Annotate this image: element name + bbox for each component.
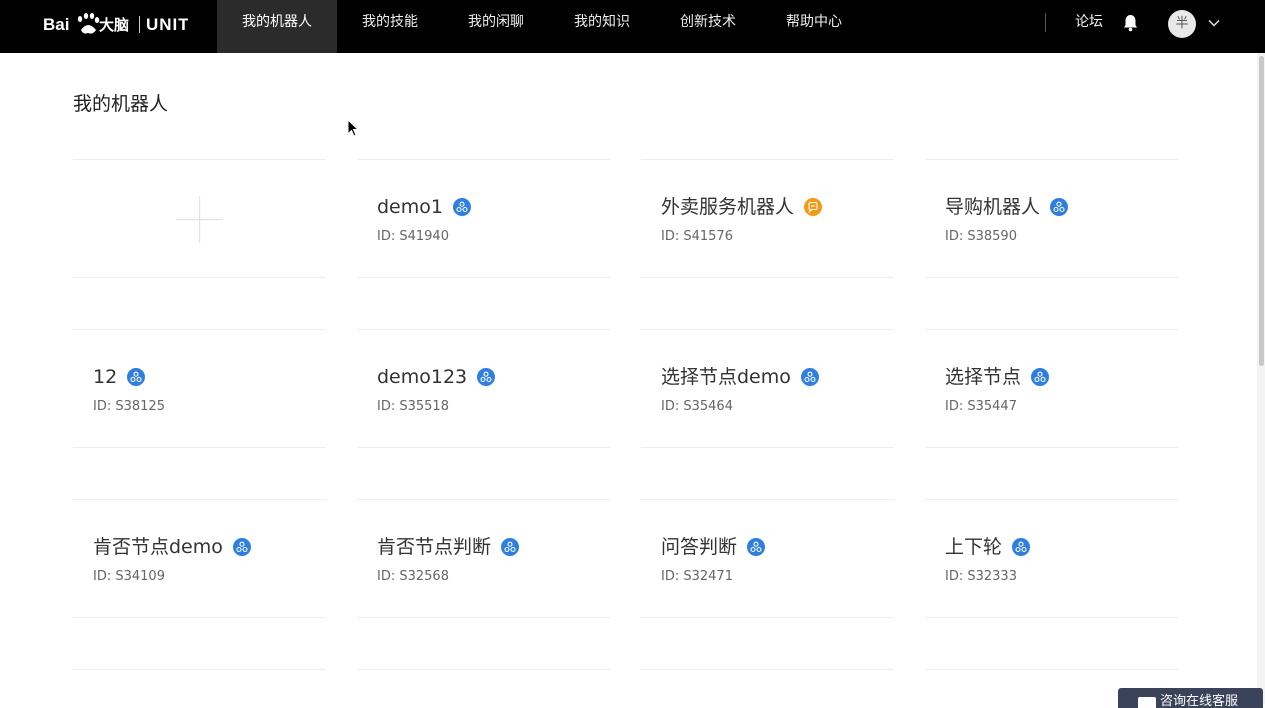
robot-id: ID: S41940 <box>377 229 449 244</box>
plus-icon <box>176 196 223 243</box>
robot-name: 问答判断 <box>661 536 738 558</box>
robot-name: 肯否节点判断 <box>377 536 492 558</box>
bell-icon[interactable] <box>1123 14 1138 32</box>
chat-icon <box>1138 697 1156 708</box>
svg-text:UNIT: UNIT <box>146 15 188 34</box>
skill-network-icon <box>1031 368 1050 386</box>
add-robot-card[interactable] <box>73 159 326 278</box>
robot-name: 导购机器人 <box>945 196 1041 218</box>
robot-name: 外卖服务机器人 <box>661 196 795 218</box>
robot-name-row: 选择节点demo <box>661 363 819 391</box>
skill-network-icon <box>232 538 251 556</box>
robot-id: ID: S35447 <box>945 399 1017 414</box>
robot-name-row: 导购机器人 <box>945 193 1069 221</box>
robot-id: ID: S38125 <box>93 399 165 414</box>
online-support-label: 咨询在线客服 <box>1160 694 1239 708</box>
robot-name: demo123 <box>377 366 468 388</box>
robot-card[interactable]: 上下轮 ID: S32333 <box>925 499 1178 618</box>
robot-card[interactable]: 问答判断 ID: S32471 <box>641 499 894 618</box>
mouse-cursor-icon <box>347 119 359 137</box>
skill-network-icon <box>800 368 819 386</box>
nav-my-chitchat[interactable]: 我的闲聊 <box>443 0 549 53</box>
nav-innovation[interactable]: 创新技术 <box>655 0 761 53</box>
robot-card[interactable] <box>357 669 610 703</box>
skill-network-icon <box>1050 198 1069 216</box>
scrollbar-thumb[interactable] <box>1259 56 1264 366</box>
nav-divider <box>1045 13 1046 32</box>
robot-name-row: 上下轮 <box>945 533 1031 561</box>
robot-card[interactable]: 12 ID: S38125 <box>73 329 326 448</box>
robot-name-row: 肯否节点demo <box>93 533 251 561</box>
skill-network-icon <box>477 368 496 386</box>
baidu-unit-logo-icon: Bai 大脑 UNIT <box>43 13 188 34</box>
avatar[interactable]: 半 <box>1168 10 1196 38</box>
robot-card[interactable] <box>73 669 326 703</box>
robot-name: 选择节点 <box>945 366 1022 388</box>
robot-card[interactable]: 外卖服务机器人 ID: S41576 <box>641 159 894 278</box>
page-title: 我的机器人 <box>73 93 169 115</box>
robot-card[interactable]: demo123 ID: S35518 <box>357 329 610 448</box>
nav-my-skills[interactable]: 我的技能 <box>337 0 443 53</box>
robot-name: 肯否节点demo <box>93 536 223 558</box>
nav-my-knowledge[interactable]: 我的知识 <box>549 0 655 53</box>
nav-help-center[interactable]: 帮助中心 <box>761 0 867 53</box>
robot-name: 上下轮 <box>945 536 1003 558</box>
skill-network-icon <box>452 198 471 216</box>
skill-network-icon <box>127 368 146 386</box>
robot-name-row: 选择节点 <box>945 363 1050 391</box>
robot-name-row: 肯否节点判断 <box>377 533 520 561</box>
svg-text:Bai: Bai <box>43 15 69 34</box>
robot-card[interactable]: 肯否节点判断 ID: S32568 <box>357 499 610 618</box>
robot-id: ID: S34109 <box>93 569 165 584</box>
baidu-unit-logo[interactable]: Bai 大脑 UNIT <box>43 6 188 40</box>
robot-card[interactable]: 选择节点demo ID: S35464 <box>641 329 894 448</box>
forum-link[interactable]: 论坛 <box>1075 12 1103 32</box>
robot-name-row: 问答判断 <box>661 533 766 561</box>
robot-name: 12 <box>93 366 118 388</box>
robot-name: 选择节点demo <box>661 366 791 388</box>
online-support-button[interactable]: 咨询在线客服 <box>1118 688 1263 708</box>
robot-name-row: 12 <box>93 363 146 391</box>
skill-network-icon <box>501 538 520 556</box>
robot-id: ID: S32333 <box>945 569 1017 584</box>
robot-name-row: 外卖服务机器人 <box>661 193 823 221</box>
skill-network-icon <box>1012 538 1031 556</box>
svg-text:大脑: 大脑 <box>99 16 129 34</box>
robot-id: ID: S35518 <box>377 399 449 414</box>
robot-id: ID: S32471 <box>661 569 733 584</box>
skill-chat-icon <box>804 198 823 216</box>
robot-card[interactable]: 导购机器人 ID: S38590 <box>925 159 1178 278</box>
robot-name-row: demo1 <box>377 193 471 221</box>
robot-name: demo1 <box>377 196 443 218</box>
robot-id: ID: S35464 <box>661 399 733 414</box>
main-nav: 我的机器人 我的技能 我的闲聊 我的知识 创新技术 帮助中心 <box>217 0 867 53</box>
skill-network-icon <box>747 538 766 556</box>
robot-id: ID: S41576 <box>661 229 733 244</box>
robot-id: ID: S38590 <box>945 229 1017 244</box>
robot-card[interactable]: 选择节点 ID: S35447 <box>925 329 1178 448</box>
chevron-down-icon[interactable] <box>1207 16 1221 30</box>
top-nav-bar: Bai 大脑 UNIT 我的机器人 我的技能 我的闲聊 我的知识 创新技术 帮助… <box>0 0 1265 53</box>
robot-card[interactable]: demo1 ID: S41940 <box>357 159 610 278</box>
nav-my-robots[interactable]: 我的机器人 <box>217 0 337 53</box>
robot-name-row: demo123 <box>377 363 496 391</box>
robot-id: ID: S32568 <box>377 569 449 584</box>
robot-card[interactable]: 肯否节点demo ID: S34109 <box>73 499 326 618</box>
robot-grid: demo1 ID: S41940 外卖服务机器人 ID: S41576 导购机器… <box>73 159 1178 703</box>
robot-card[interactable] <box>641 669 894 703</box>
